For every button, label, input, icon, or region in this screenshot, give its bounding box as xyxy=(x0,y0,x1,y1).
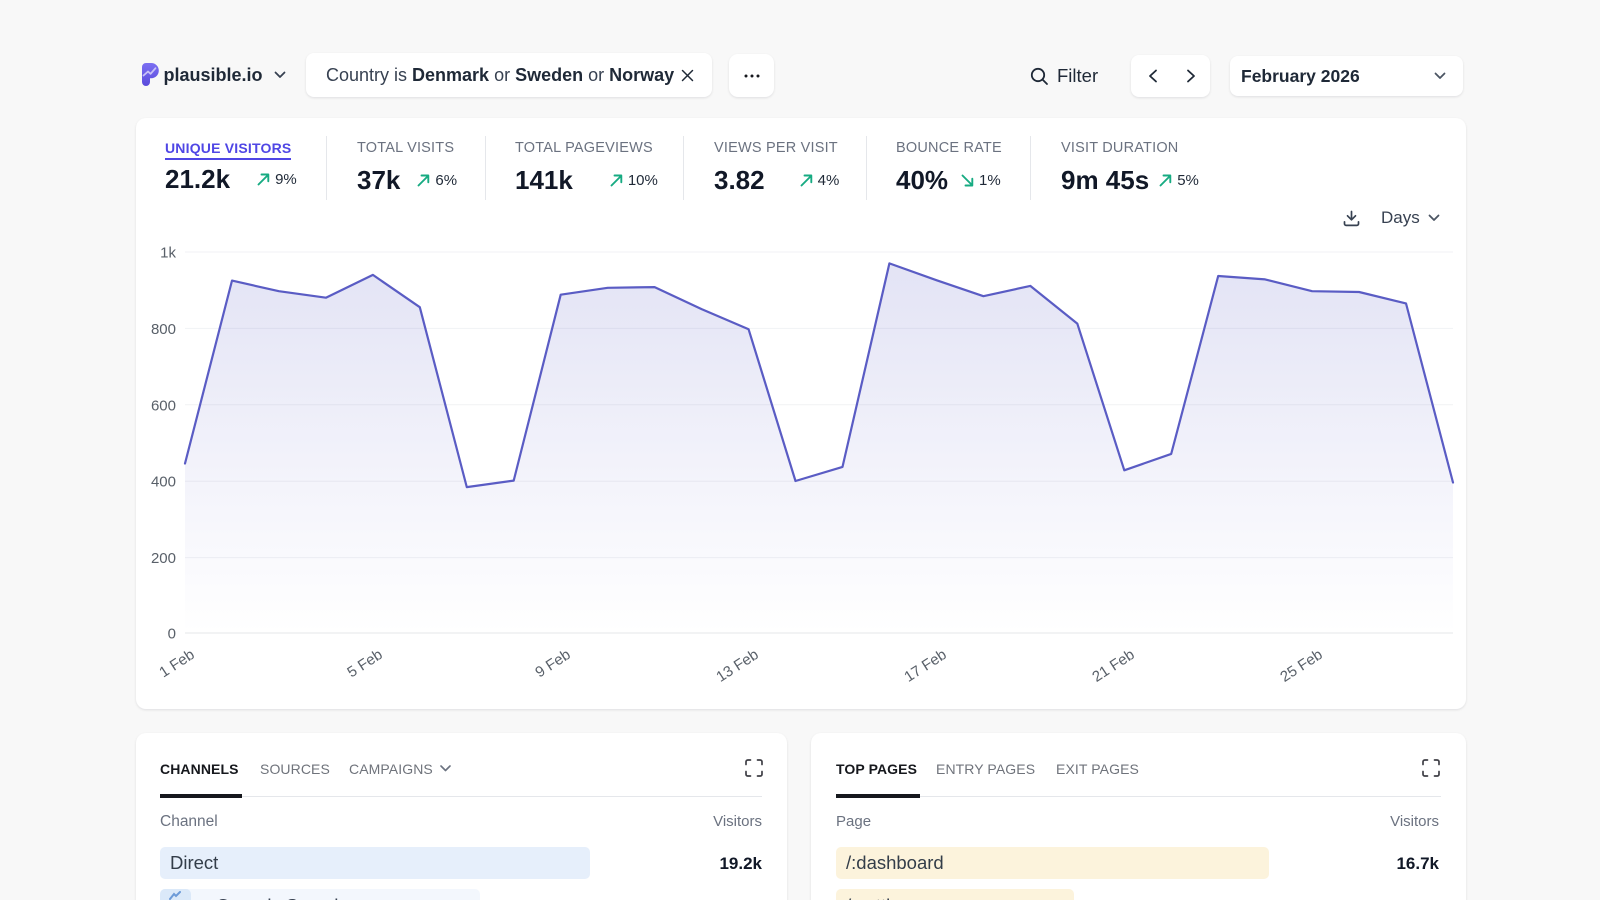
svg-text:0: 0 xyxy=(168,626,176,643)
svg-text:21 Feb: 21 Feb xyxy=(1089,646,1137,686)
svg-text:17 Feb: 17 Feb xyxy=(901,646,949,686)
svg-text:800: 800 xyxy=(151,321,176,338)
svg-text:1k: 1k xyxy=(160,245,176,262)
svg-text:5 Feb: 5 Feb xyxy=(344,646,385,681)
svg-text:13 Feb: 13 Feb xyxy=(713,646,761,686)
svg-text:25 Feb: 25 Feb xyxy=(1277,646,1325,686)
svg-text:200: 200 xyxy=(151,550,176,567)
svg-text:400: 400 xyxy=(151,474,176,491)
svg-text:600: 600 xyxy=(151,397,176,414)
svg-text:1 Feb: 1 Feb xyxy=(156,646,197,681)
svg-text:9 Feb: 9 Feb xyxy=(532,646,573,681)
